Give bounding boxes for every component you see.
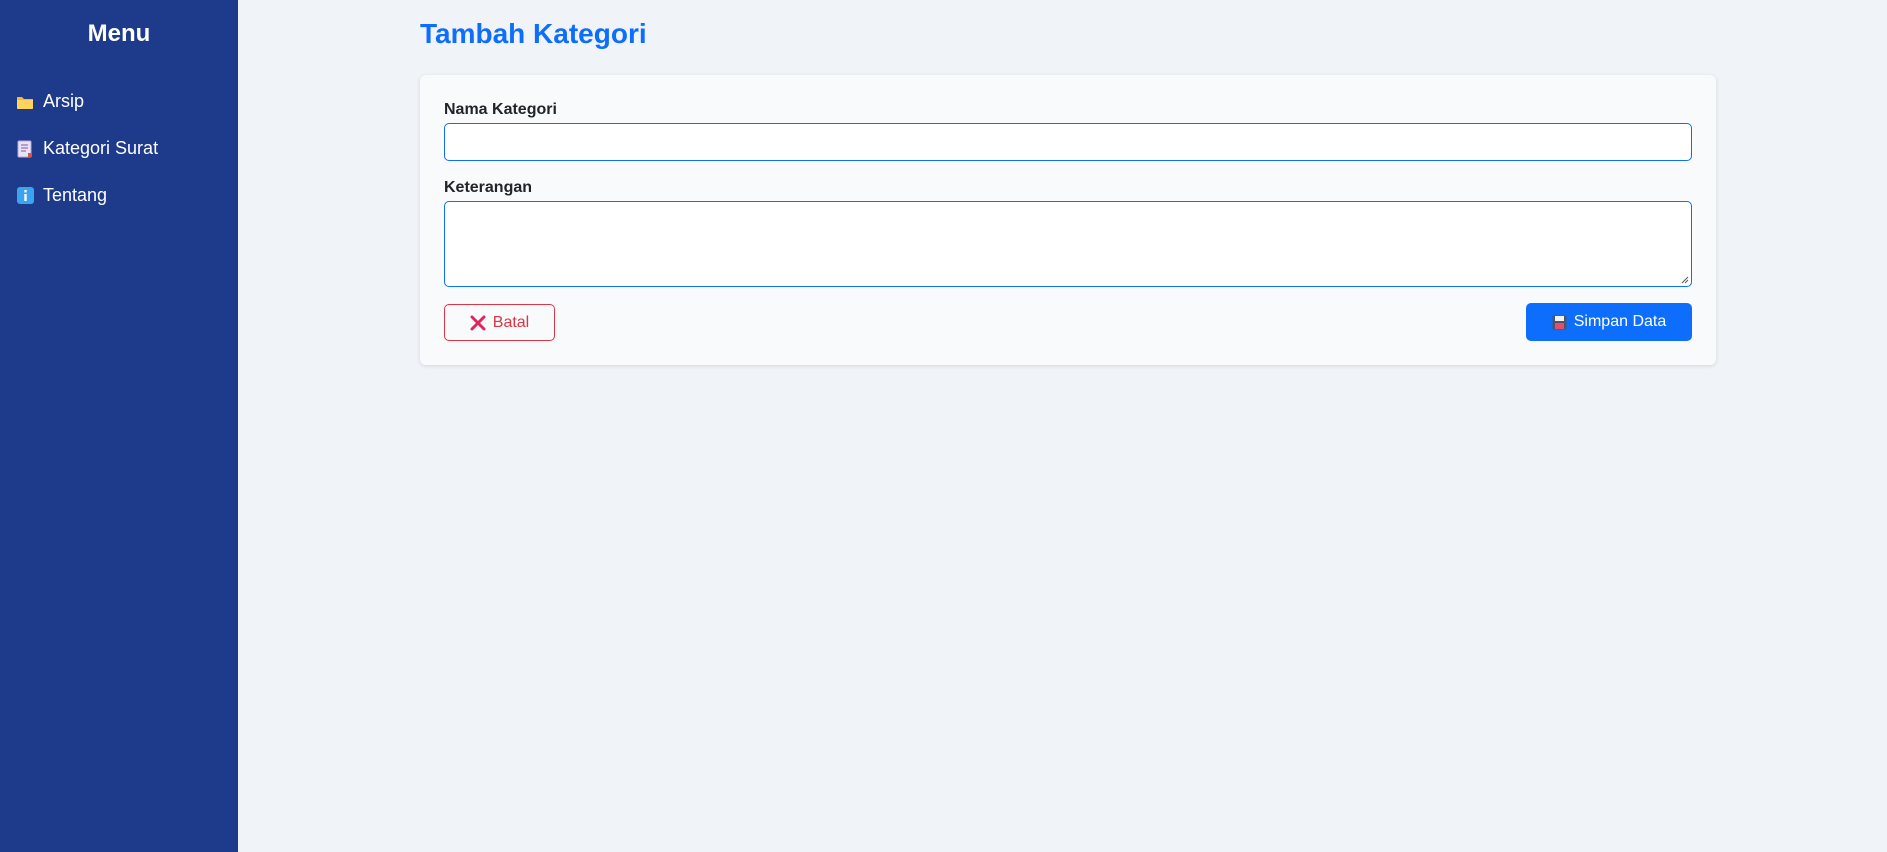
page-title: Tambah Kategori (420, 18, 647, 49)
resize-grip-icon[interactable] (1681, 276, 1689, 284)
floppy-disk-icon (1552, 315, 1567, 330)
folder-icon (16, 93, 34, 111)
sidebar-item-label: Arsip (43, 91, 85, 111)
description-textarea[interactable] (444, 201, 1692, 287)
sidebar: Menu Arsip Kategori Surat Tentang (0, 0, 238, 852)
sidebar-item-label: Tentang (43, 185, 108, 205)
info-icon (16, 187, 34, 205)
sidebar-item-arsip[interactable]: Arsip (0, 78, 238, 125)
cancel-button[interactable]: Batal (444, 304, 555, 341)
sidebar-item-kategori-surat[interactable]: Kategori Surat (0, 125, 238, 172)
sidebar-item-tentang[interactable]: Tentang (0, 172, 238, 219)
save-button[interactable]: Simpan Data (1526, 303, 1692, 341)
save-label: Simpan Data (1573, 313, 1667, 330)
name-input[interactable] (444, 123, 1692, 161)
close-icon (470, 315, 486, 331)
sidebar-item-label: Kategori Surat (43, 138, 159, 158)
description-label: Keterangan (444, 179, 533, 196)
sidebar-title: Menu (87, 20, 151, 47)
main-content: Tambah Kategori Nama Kategori Keterangan… (238, 0, 1887, 852)
category-form: Nama Kategori Keterangan Batal Simpan Da… (420, 75, 1716, 365)
cancel-label: Batal (492, 313, 530, 331)
document-icon (16, 140, 34, 158)
name-label: Nama Kategori (444, 101, 557, 118)
